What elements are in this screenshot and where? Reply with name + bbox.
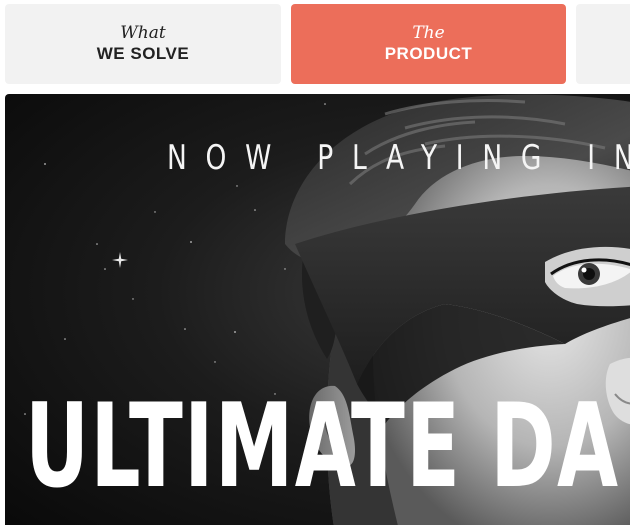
hero-tagline: NOW PLAYING IN xyxy=(167,138,630,178)
tab-next-partial[interactable] xyxy=(576,4,630,84)
tab-product-main-label: PRODUCT xyxy=(384,44,473,63)
twinkle-star xyxy=(112,252,128,268)
page: What WE SOLVE The PRODUCT NOW PLAYING IN… xyxy=(0,0,630,525)
tab-product-script-label: The xyxy=(412,23,445,43)
tab-what-we-solve[interactable]: What WE SOLVE xyxy=(5,4,281,84)
tab-what-main-label: WE SOLVE xyxy=(96,44,190,63)
tab-the-product[interactable]: The PRODUCT xyxy=(291,4,566,84)
hero-title: ULTIMATE DA xyxy=(25,379,620,514)
tab-what-script-label: What xyxy=(120,23,166,43)
hero-banner[interactable]: NOW PLAYING IN ULTIMATE DA xyxy=(5,94,630,525)
